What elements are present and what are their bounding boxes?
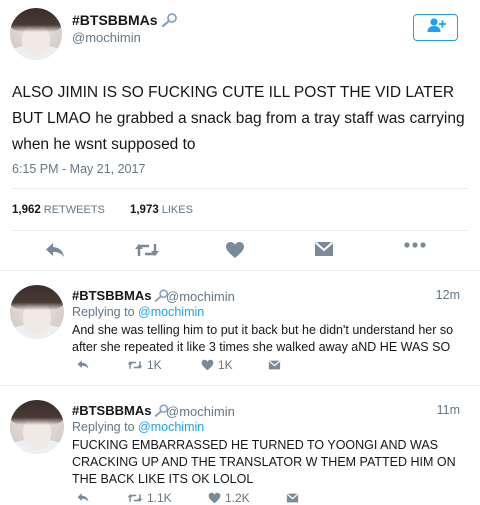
reply-button[interactable] — [76, 492, 90, 503]
like-button[interactable]: 1K — [201, 358, 233, 372]
more-icon — [404, 241, 426, 249]
retweet-icon — [127, 359, 143, 371]
retweet-count: 1.1K — [147, 491, 172, 505]
likes-stat[interactable]: 1,973 Likes — [130, 204, 193, 216]
tweet-timestamp[interactable]: 6:15 PM - May 21, 2017 — [12, 162, 145, 176]
follow-icon — [426, 17, 446, 38]
retweet-count: 1K — [147, 358, 162, 372]
mention-link[interactable]: @mochimin — [138, 420, 204, 434]
reply-icon — [44, 241, 66, 259]
reply-icon — [76, 359, 90, 370]
author-handle[interactable]: @mochimin — [166, 289, 235, 304]
reply-tweet[interactable]: #BTSBBMAs @mochimin 11m Replying to @moc… — [0, 386, 480, 505]
mention-link[interactable]: @mochimin — [138, 305, 204, 319]
message-button[interactable] — [314, 241, 334, 257]
reply-icon — [76, 492, 90, 503]
retweet-button[interactable]: 1K — [127, 358, 162, 372]
message-button[interactable] — [286, 493, 299, 503]
replying-to: Replying to @mochimin — [72, 420, 205, 434]
message-icon — [314, 241, 334, 257]
retweet-button[interactable]: 1.1K — [127, 491, 172, 505]
reply-button[interactable] — [44, 241, 66, 259]
reply-button[interactable] — [76, 359, 90, 370]
follow-button[interactable] — [413, 14, 458, 41]
author-name[interactable]: #BTSBBMAs — [72, 403, 169, 420]
retweet-icon — [134, 241, 160, 259]
message-button[interactable] — [268, 360, 281, 370]
divider — [12, 230, 468, 231]
like-count: 1.2K — [225, 491, 250, 505]
heart-icon — [201, 359, 214, 371]
like-count: 1K — [218, 358, 233, 372]
like-button[interactable] — [225, 241, 245, 259]
author-name[interactable]: #BTSBBMAs — [72, 288, 169, 305]
reply-time[interactable]: 12m — [436, 288, 460, 302]
verified-icon — [160, 13, 178, 30]
tweet-text: FUCKING EMBARRASSED HE TURNED TO YOONGI … — [72, 438, 456, 486]
divider — [12, 188, 468, 189]
like-button[interactable]: 1.2K — [208, 491, 250, 505]
message-icon — [268, 360, 281, 370]
retweets-stat[interactable]: 1,962 Retweets — [12, 204, 105, 216]
reply-time[interactable]: 11m — [437, 403, 460, 417]
avatar[interactable] — [10, 8, 62, 60]
author-handle[interactable]: @mochimin — [166, 404, 235, 419]
more-button[interactable] — [404, 241, 426, 249]
author-name[interactable]: #BTSBBMAs — [72, 12, 178, 30]
retweet-icon — [127, 492, 143, 504]
tweet-stats: 1,962 Retweets 1,973 Likes — [12, 204, 193, 216]
avatar[interactable] — [10, 400, 64, 454]
replying-to: Replying to @mochimin — [72, 305, 205, 319]
reply-tweet[interactable]: #BTSBBMAs @mochimin 12m Replying to @moc… — [0, 271, 480, 385]
message-icon — [286, 493, 299, 503]
author-handle[interactable]: @mochimin — [72, 30, 141, 45]
tweet-text: ALSO JIMIN IS SO FUCKING CUTE ILL POST T… — [12, 84, 465, 153]
heart-icon — [225, 241, 245, 259]
main-tweet: #BTSBBMAs @mochimin ALSO JIMIN IS SO FUC… — [0, 0, 480, 270]
avatar[interactable] — [10, 285, 64, 339]
tweet-text: And she was telling him to put it back b… — [72, 323, 454, 354]
heart-icon — [208, 492, 221, 504]
retweet-button[interactable] — [134, 241, 160, 259]
